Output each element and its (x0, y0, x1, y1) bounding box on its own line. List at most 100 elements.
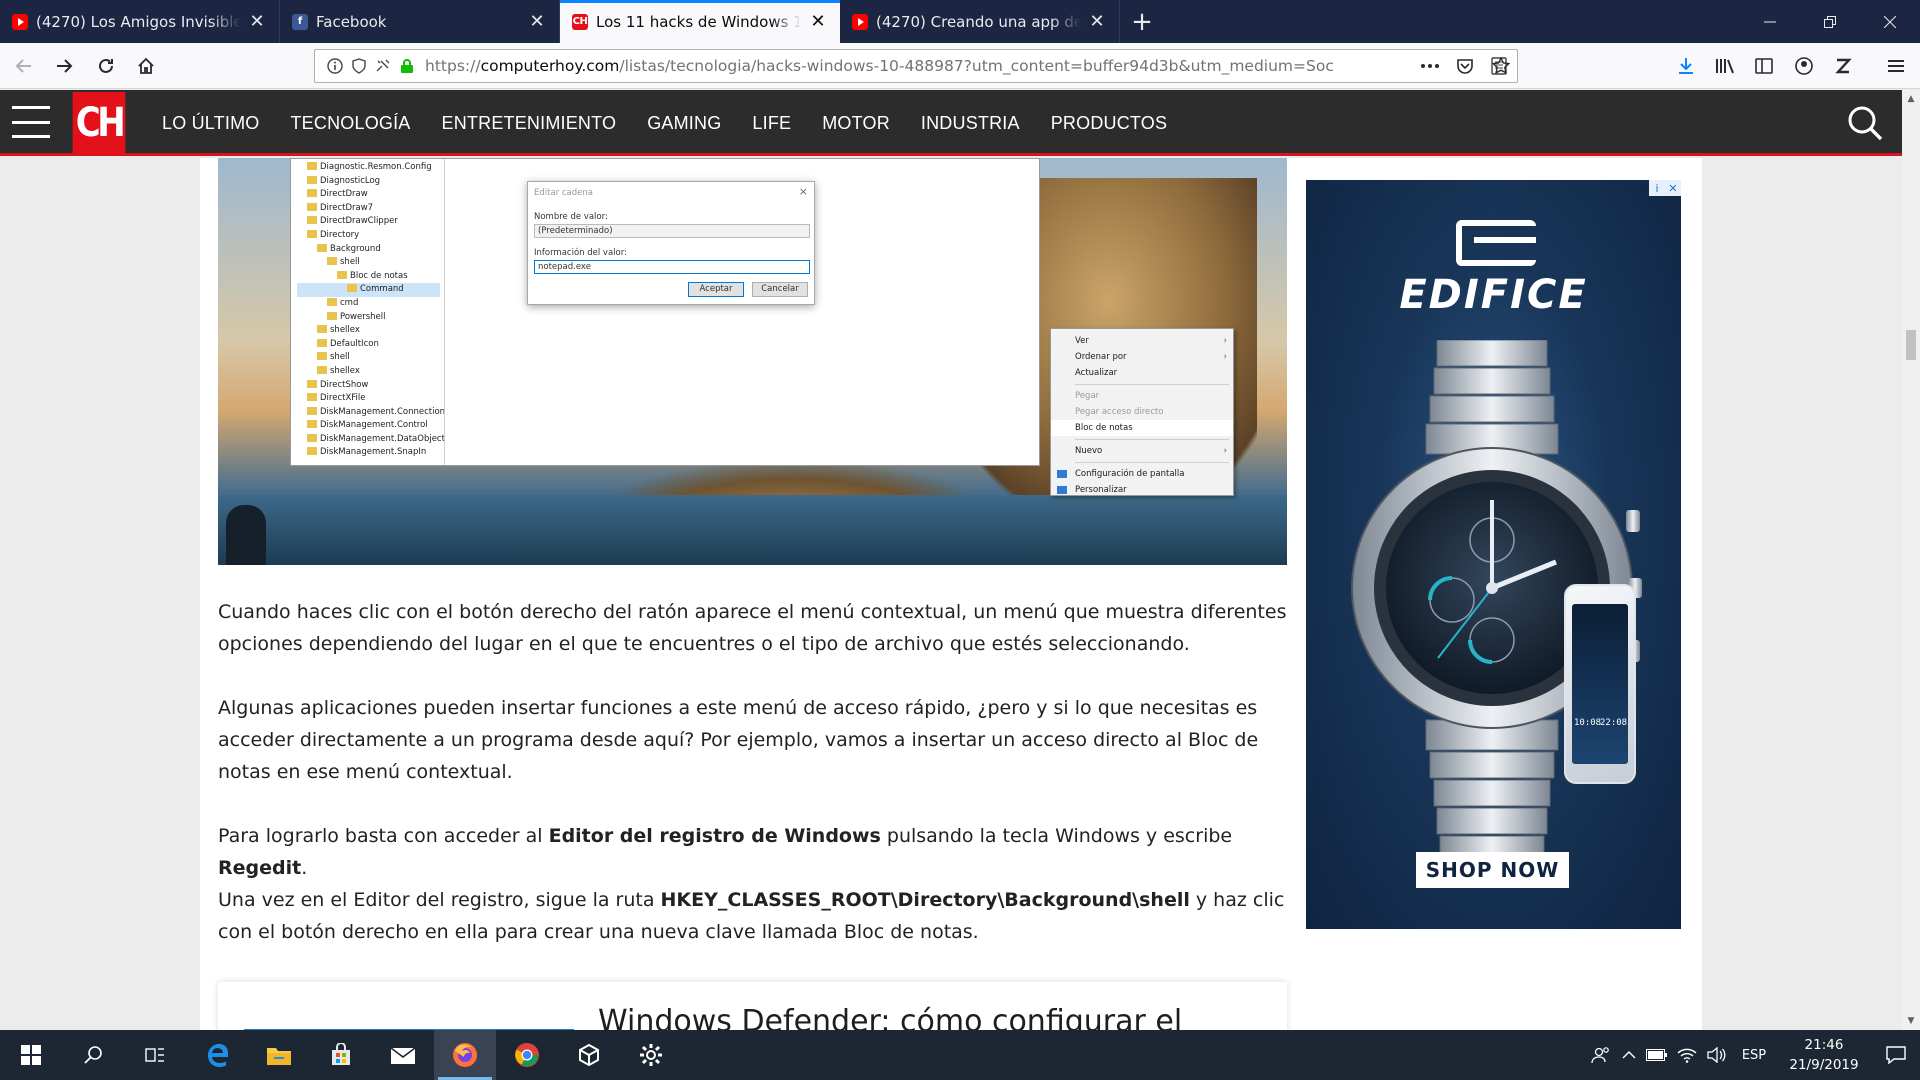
sidebar-icon[interactable] (1748, 51, 1780, 81)
close-tab-icon[interactable]: ✕ (808, 11, 828, 32)
tab-facebook[interactable]: f Facebook ✕ (280, 0, 560, 43)
new-tab-button[interactable]: + (1120, 0, 1164, 43)
menu-item: Actualizar (1075, 368, 1118, 378)
mail-icon[interactable] (372, 1030, 434, 1080)
nav-lo-ultimo[interactable]: LO ÚLTIMO (162, 113, 259, 134)
language-indicator[interactable]: ESP (1732, 1048, 1776, 1063)
ad-close-icon[interactable]: ✕ (1665, 180, 1681, 196)
tree-item: DirectDraw7 (297, 202, 440, 216)
tree-item-selected: Command (297, 283, 440, 297)
library-icon[interactable] (1709, 51, 1741, 81)
computerhoy-logo[interactable]: CH (72, 92, 126, 154)
scrollbar-thumb[interactable] (1906, 330, 1916, 360)
vertical-scrollbar[interactable]: ▲ ▼ (1902, 90, 1920, 1030)
page-actions-icon[interactable] (1414, 51, 1446, 81)
article-paragraph-2: Algunas aplicaciones pueden insertar fun… (218, 697, 1259, 783)
value-data-label: Información del valor: (534, 248, 627, 258)
site-header: CH LO ÚLTIMO TECNOLOGÍA ENTRETENIMIENTO … (0, 90, 1902, 156)
hamburger-menu-icon[interactable] (12, 106, 50, 138)
tree-item: DirectDraw (297, 188, 440, 202)
settings-gear-icon[interactable] (620, 1030, 682, 1080)
download-icon[interactable] (1670, 51, 1702, 81)
value-name-label: Nombre de valor: (534, 212, 608, 222)
article-paragraph-3: Para lograrlo basta con acceder al Edito… (218, 825, 1233, 879)
close-tab-icon[interactable]: ✕ (1087, 11, 1107, 32)
tab-creando-app[interactable]: (4270) Creando una app de Re ✕ (840, 0, 1120, 43)
wifi-icon[interactable] (1672, 1030, 1702, 1080)
clock-time: 21:46 (1804, 1037, 1844, 1053)
nav-life[interactable]: LIFE (752, 113, 791, 134)
home-icon[interactable] (130, 51, 162, 81)
tree-item: DiagnosticLog (297, 175, 440, 189)
tree-item: DiskManagement.SnapIn (297, 446, 440, 460)
file-explorer-icon[interactable] (248, 1030, 310, 1080)
people-icon[interactable] (1586, 1030, 1616, 1080)
action-center-icon[interactable] (1872, 1030, 1920, 1080)
nav-entretenimiento[interactable]: ENTRETENIMIENTO (442, 113, 617, 134)
tree-item: Diagnostic.Resmon.Config (297, 161, 440, 175)
tree-item: cmd (297, 297, 440, 311)
nav-gaming[interactable]: GAMING (647, 113, 721, 134)
unity-icon[interactable] (558, 1030, 620, 1080)
minimize-icon[interactable] (1740, 0, 1800, 43)
pocket-icon[interactable] (1449, 51, 1481, 81)
search-icon[interactable] (1846, 104, 1884, 142)
article-image: Diagnostic.Resmon.Config DiagnosticLog D… (218, 158, 1287, 565)
firefox-taskbar-icon[interactable] (434, 1030, 496, 1080)
permissions-icon[interactable] (371, 54, 395, 78)
tab-hacks-windows-10[interactable]: CH Los 11 hacks de Windows 10 qu ✕ (560, 0, 840, 43)
zotero-icon[interactable] (1827, 51, 1859, 81)
nav-tecnologia[interactable]: TECNOLOGÍA (290, 113, 410, 134)
nav-motor[interactable]: MOTOR (822, 113, 890, 134)
edge-icon[interactable] (186, 1030, 248, 1080)
registry-editor-window: Diagnostic.Resmon.Config DiagnosticLog D… (290, 158, 1040, 466)
ad-choices[interactable]: i ✕ (1649, 180, 1681, 196)
tree-item: Bloc de notas (297, 270, 440, 284)
value-data-field: notepad.exe (534, 260, 810, 274)
scroll-down-icon[interactable]: ▼ (1902, 1012, 1920, 1030)
close-window-icon[interactable] (1860, 0, 1920, 43)
shop-now-button[interactable]: SHOP NOW (1416, 852, 1569, 888)
restore-icon[interactable] (1800, 0, 1860, 43)
scroll-up-icon[interactable]: ▲ (1902, 90, 1920, 108)
edifice-advertisement[interactable]: i ✕ EDIFICE 10:08 22:08 SHOP NOW (1306, 180, 1681, 929)
smartphone-image: 10:08 22:08 (1564, 584, 1636, 784)
battery-icon[interactable] (1642, 1030, 1672, 1080)
ad-info-icon[interactable]: i (1649, 180, 1665, 196)
value-name-field: (Predeterminado) (534, 224, 810, 238)
tree-item: DirectXFile (297, 392, 440, 406)
tab-los-amigos-invisibles[interactable]: (4270) Los Amigos Invisibles - L ✕ (0, 0, 280, 43)
clock[interactable]: 21:46 21/9/2019 (1776, 1035, 1872, 1075)
chrome-icon[interactable] (496, 1030, 558, 1080)
tree-item: Powershell (297, 311, 440, 325)
edit-string-dialog: Editar cadena × Nombre de valor: (Predet… (527, 181, 815, 305)
info-icon[interactable] (323, 54, 347, 78)
article-paragraph-1: Cuando haces clic con el botón derecho d… (218, 601, 1287, 655)
forward-icon[interactable] (48, 51, 80, 81)
url-text[interactable]: https://computerhoy.com/listas/tecnologi… (425, 57, 1355, 75)
phone-time-world: 22:08 (1600, 718, 1628, 728)
close-tab-icon[interactable]: ✕ (527, 11, 547, 32)
dialog-cancel-button: Cancelar (752, 282, 808, 297)
bookmark-star-icon[interactable] (1485, 51, 1517, 81)
task-view-icon[interactable] (124, 1030, 186, 1080)
reload-icon[interactable] (90, 51, 122, 81)
close-tab-icon[interactable]: ✕ (247, 11, 267, 32)
microsoft-store-icon[interactable] (310, 1030, 372, 1080)
menu-item: Nuevo › (1075, 446, 1227, 456)
back-icon[interactable] (8, 51, 40, 81)
computerhoy-icon: CH (572, 13, 588, 30)
volume-icon[interactable] (1702, 1030, 1732, 1080)
menu-icon[interactable] (1880, 51, 1912, 81)
tree-item: DiskManagement.Control (297, 419, 440, 433)
nav-productos[interactable]: PRODUCTOS (1051, 113, 1167, 134)
start-button-icon[interactable] (0, 1030, 62, 1080)
lock-icon[interactable] (395, 54, 419, 78)
search-taskbar-icon[interactable] (62, 1030, 124, 1080)
nav-industria[interactable]: INDUSTRIA (921, 113, 1020, 134)
address-bar[interactable]: https://computerhoy.com/listas/tecnologi… (314, 49, 1518, 83)
show-hidden-icons[interactable] (1616, 1030, 1642, 1080)
account-icon[interactable] (1788, 51, 1820, 81)
tracking-shield-icon[interactable] (347, 54, 371, 78)
dialog-close-icon: × (798, 185, 808, 198)
